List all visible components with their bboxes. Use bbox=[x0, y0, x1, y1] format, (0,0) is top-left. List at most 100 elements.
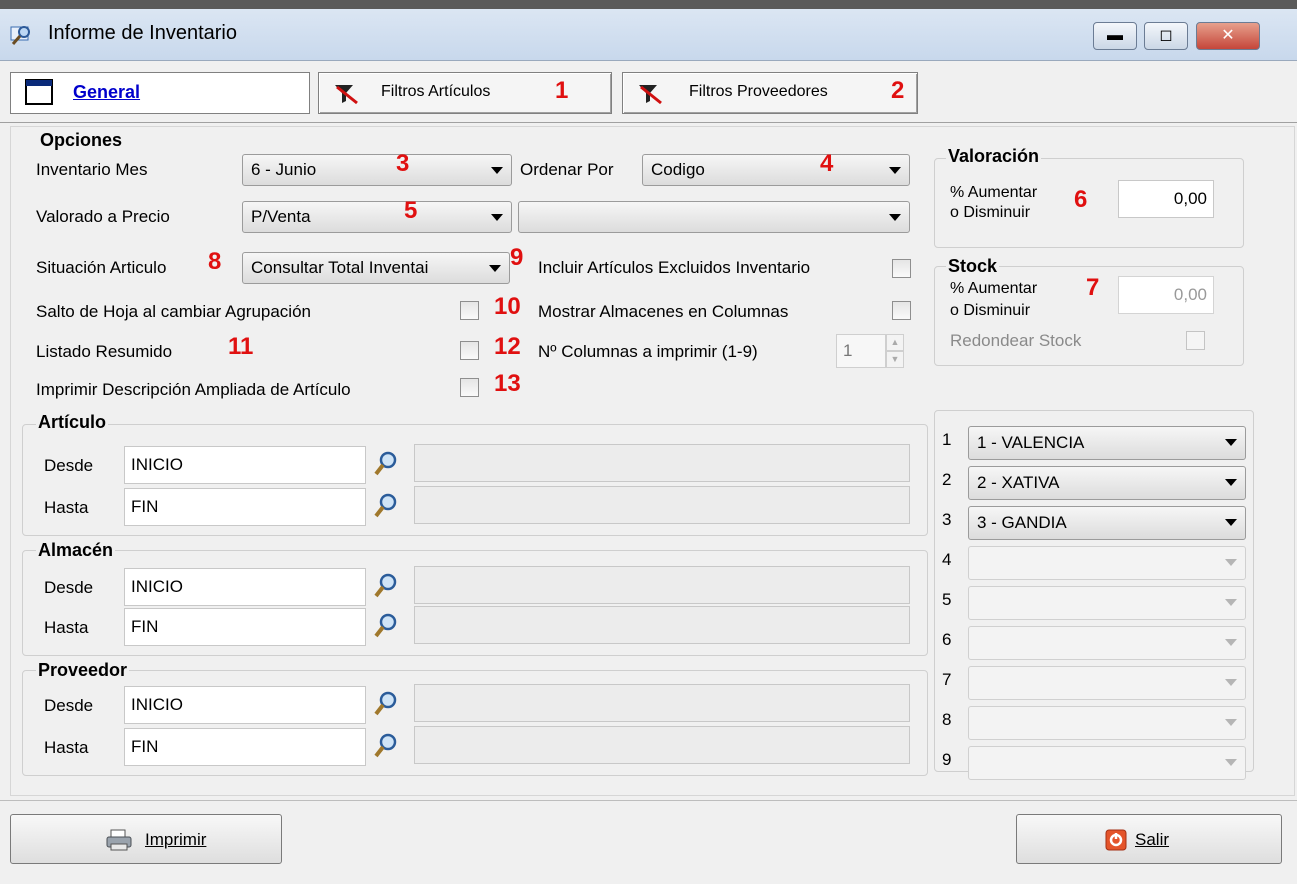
proveedor-hasta-value: FIN bbox=[131, 737, 159, 756]
imprimir-descripcion-checkbox[interactable] bbox=[460, 378, 479, 397]
articulo-hasta-input[interactable]: FIN bbox=[124, 488, 366, 526]
minimize-button[interactable]: ▬ bbox=[1093, 22, 1137, 50]
marker-12: 12 bbox=[494, 333, 521, 360]
situacion-label: Situación Articulo bbox=[36, 258, 167, 277]
filter-off-icon bbox=[335, 85, 358, 105]
search-icon[interactable] bbox=[372, 571, 398, 601]
salir-button[interactable]: Salir bbox=[1016, 814, 1282, 864]
proveedor-desde-value: INICIO bbox=[131, 695, 183, 714]
articulo-desde-description bbox=[414, 444, 910, 482]
inventario-mes-value: 6 - Junio bbox=[251, 160, 317, 179]
marker-7: 7 bbox=[1086, 274, 1100, 301]
tab-filtros-articulos-label: Filtros Artículos bbox=[381, 83, 491, 100]
chevron-down-icon bbox=[1225, 679, 1237, 686]
almacen-columna-value: 2 - XATIVA bbox=[977, 473, 1060, 492]
proveedor-hasta-input[interactable]: FIN bbox=[124, 728, 366, 766]
maximize-button[interactable]: ◻ bbox=[1144, 22, 1188, 50]
proveedor-hasta-label: Hasta bbox=[44, 738, 89, 757]
valoracion-value: 0,00 bbox=[1173, 189, 1207, 208]
almacen-hasta-input[interactable]: FIN bbox=[124, 608, 366, 646]
opciones-title: Opciones bbox=[38, 130, 125, 151]
tab-divider bbox=[0, 122, 1297, 123]
chevron-down-icon bbox=[1225, 519, 1237, 526]
mostrar-almacenes-checkbox[interactable] bbox=[892, 301, 911, 320]
stock-title: Stock bbox=[946, 256, 1000, 277]
imprimir-button[interactable]: Imprimir bbox=[10, 814, 282, 864]
tab-general[interactable]: General bbox=[10, 72, 310, 114]
redondear-stock-checkbox[interactable] bbox=[1186, 331, 1205, 350]
valorado-extra-select[interactable] bbox=[518, 201, 910, 233]
marker-2: 2 bbox=[891, 77, 905, 104]
almacen-columna-select[interactable] bbox=[968, 626, 1246, 660]
ordenar-por-select[interactable]: Codigo bbox=[642, 154, 910, 186]
valorado-select[interactable]: P/Venta bbox=[242, 201, 512, 233]
almacen-columna-select[interactable] bbox=[968, 746, 1246, 780]
almacen-desde-description bbox=[414, 566, 910, 604]
listado-resumido-checkbox[interactable] bbox=[460, 341, 479, 360]
articulo-desde-value: INICIO bbox=[131, 455, 183, 474]
almacen-columna-select[interactable] bbox=[968, 666, 1246, 700]
spinner-up-icon[interactable]: ▲ bbox=[886, 334, 904, 351]
almacen-columna-select[interactable]: 2 - XATIVA bbox=[968, 466, 1246, 500]
almacen-desde-label: Desde bbox=[44, 578, 94, 597]
inventario-mes-select[interactable]: 6 - Junio bbox=[242, 154, 512, 186]
imprimir-descripcion-label: Imprimir Descripción Ampliada de Artícul… bbox=[36, 380, 351, 399]
articulo-desde-label: Desde bbox=[44, 456, 94, 475]
almacen-columna-number: 7 bbox=[942, 670, 952, 689]
marker-1: 1 bbox=[555, 77, 569, 104]
incluir-excluidos-checkbox[interactable] bbox=[892, 259, 911, 278]
search-icon[interactable] bbox=[372, 449, 398, 479]
listado-resumido-label: Listado Resumido bbox=[36, 342, 173, 361]
almacen-columna-number: 6 bbox=[942, 630, 952, 649]
magnifier-icon bbox=[10, 26, 30, 45]
imprimir-label: Imprimir bbox=[145, 830, 207, 849]
articulo-desde-input[interactable]: INICIO bbox=[124, 446, 366, 484]
filter-off-icon bbox=[639, 85, 662, 105]
chevron-down-icon bbox=[491, 214, 503, 221]
almacen-columna-select[interactable] bbox=[968, 546, 1246, 580]
almacen-columna-number: 8 bbox=[942, 710, 952, 729]
almacen-columna-select[interactable] bbox=[968, 706, 1246, 740]
almacen-columna-select[interactable]: 3 - GANDIA bbox=[968, 506, 1246, 540]
minimize-icon: ▬ bbox=[1107, 27, 1123, 44]
mostrar-almacenes-label: Mostrar Almacenes en Columnas bbox=[538, 302, 789, 321]
close-icon: ✕ bbox=[1221, 27, 1235, 44]
incluir-excluidos-label: Incluir Artículos Excluidos Inventario bbox=[538, 258, 811, 277]
search-icon[interactable] bbox=[372, 689, 398, 719]
search-icon[interactable] bbox=[372, 611, 398, 641]
num-columnas-value: 1 bbox=[843, 341, 853, 360]
valoracion-input[interactable]: 0,00 bbox=[1118, 180, 1214, 218]
tab-filtros-proveedores[interactable]: Filtros Proveedores 2 bbox=[622, 72, 918, 114]
stock-input[interactable]: 0,00 bbox=[1118, 276, 1214, 314]
spinner-down-icon[interactable]: ▼ bbox=[886, 351, 904, 368]
almacen-columna-select[interactable]: 1 - VALENCIA bbox=[968, 426, 1246, 460]
almacen-hasta-label: Hasta bbox=[44, 618, 89, 637]
almacen-hasta-value: FIN bbox=[131, 617, 159, 636]
close-button[interactable]: ✕ bbox=[1196, 22, 1260, 50]
proveedor-desde-input[interactable]: INICIO bbox=[124, 686, 366, 724]
almacen-columna-number: 4 bbox=[942, 550, 952, 569]
chevron-down-icon bbox=[1225, 639, 1237, 646]
chevron-down-icon bbox=[1225, 479, 1237, 486]
salto-hoja-label: Salto de Hoja al cambiar Agrupación bbox=[36, 302, 311, 321]
marker-10: 10 bbox=[494, 293, 521, 320]
ordenar-por-value: Codigo bbox=[651, 160, 705, 179]
inventario-mes-label: Inventario Mes bbox=[36, 160, 148, 179]
search-icon[interactable] bbox=[372, 731, 398, 761]
window-top-edge bbox=[0, 0, 1297, 9]
search-icon[interactable] bbox=[372, 491, 398, 521]
chevron-down-icon bbox=[491, 167, 503, 174]
almacen-title: Almacén bbox=[36, 540, 116, 561]
tab-filtros-articulos[interactable]: Filtros Artículos 1 bbox=[318, 72, 612, 114]
proveedor-desde-description bbox=[414, 684, 910, 722]
salto-hoja-checkbox[interactable] bbox=[460, 301, 479, 320]
almacen-desde-input[interactable]: INICIO bbox=[124, 568, 366, 606]
maximize-icon: ◻ bbox=[1159, 27, 1173, 44]
valorado-label: Valorado a Precio bbox=[36, 207, 170, 226]
almacen-columna-select[interactable] bbox=[968, 586, 1246, 620]
num-columnas-spinner[interactable]: 1 bbox=[836, 334, 886, 368]
situacion-select[interactable]: Consultar Total Inventai bbox=[242, 252, 510, 284]
chevron-down-icon bbox=[1225, 719, 1237, 726]
proveedor-title: Proveedor bbox=[36, 660, 130, 681]
articulo-hasta-value: FIN bbox=[131, 497, 159, 516]
